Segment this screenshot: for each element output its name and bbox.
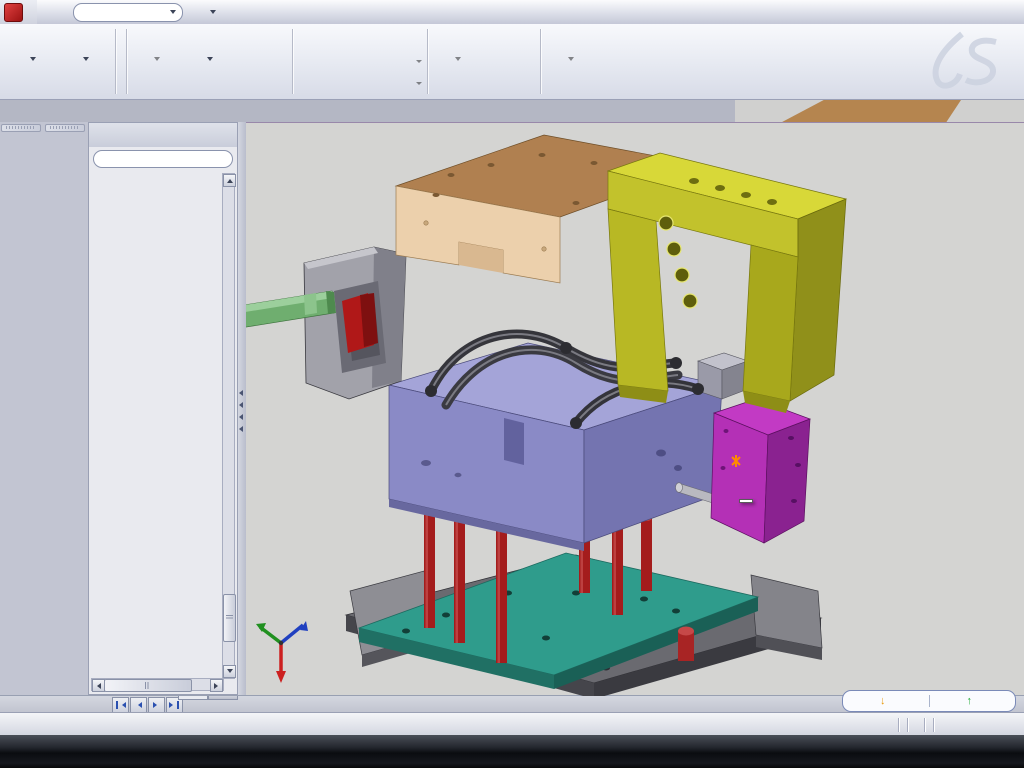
repair-sketch-button[interactable]	[484, 24, 537, 99]
help-icon	[192, 4, 208, 20]
next-tab-button[interactable]	[148, 697, 165, 713]
move-entities-icon	[296, 76, 311, 91]
download-arrow-icon: ↓	[880, 695, 886, 707]
pattern-tools-stack	[296, 24, 424, 99]
tree-horizontal-scrollbar[interactable]	[91, 678, 224, 691]
sketch-icon	[20, 28, 46, 54]
command-tabs-strip	[0, 100, 1024, 122]
windows-taskbar	[0, 735, 1024, 768]
restore-button[interactable]	[242, 4, 262, 20]
linear-sketch-pattern-button[interactable]	[296, 51, 424, 71]
offset-entities-button[interactable]	[236, 24, 289, 99]
app-logo	[0, 0, 37, 24]
search-icon	[80, 6, 93, 19]
first-tab-button[interactable]	[112, 697, 129, 713]
status-bar	[0, 712, 1024, 736]
mirror-entities-icon	[296, 32, 311, 47]
doc-minimize-button[interactable]	[945, 103, 965, 119]
close-icon	[268, 6, 281, 19]
solidworks-window: ↓ ↑	[0, 0, 1024, 768]
feature-tree	[91, 173, 224, 679]
rapid-sketch-button[interactable]	[597, 24, 650, 99]
scrollbar-thumb[interactable]	[104, 679, 192, 692]
scrollbar-thumb[interactable]	[223, 594, 236, 642]
display-delete-relations-icon	[445, 28, 471, 54]
titlebar-right-buttons	[189, 3, 285, 21]
display-delete-relations-button[interactable]	[431, 24, 484, 99]
search-input[interactable]	[73, 3, 183, 22]
linear-pattern-icon	[296, 54, 311, 69]
trim-entities-button[interactable]	[130, 24, 183, 99]
close-icon	[993, 105, 1006, 118]
help-button[interactable]	[190, 3, 218, 21]
doc-close-button[interactable]	[989, 103, 1009, 119]
document-window-buttons	[944, 103, 1010, 119]
model-magenta-block[interactable]	[711, 399, 810, 543]
convert-entities-icon	[197, 28, 223, 54]
model-top-plate-band	[753, 100, 961, 122]
close-button[interactable]	[264, 4, 284, 20]
quick-snaps-icon	[558, 28, 584, 54]
orientation-triad[interactable]	[256, 621, 308, 683]
network-monitor-widget[interactable]: ↓ ↑	[842, 690, 1016, 712]
feature-manager-panel	[88, 122, 238, 695]
smart-dimension-icon	[73, 28, 99, 54]
feature-manager-tabs	[89, 123, 237, 147]
tab-motion-study[interactable]	[208, 696, 238, 700]
repair-sketch-icon	[498, 28, 524, 54]
minimize-button[interactable]	[220, 4, 240, 20]
quick-tips-icon[interactable]	[942, 717, 958, 733]
sketch-entities-grid	[119, 24, 123, 99]
tab-navigation-buttons	[112, 697, 183, 713]
scroll-right-icon[interactable]	[210, 679, 223, 692]
mold-tools-toolbar	[45, 124, 85, 132]
tab-model[interactable]	[178, 696, 208, 700]
search-dropdown-caret[interactable]	[170, 10, 176, 14]
offset-entities-icon	[250, 28, 276, 54]
dassault-watermark	[900, 28, 1010, 96]
solidworks-logo-icon	[4, 3, 23, 22]
convert-entities-button[interactable]	[183, 24, 236, 99]
scroll-up-icon[interactable]	[223, 174, 236, 187]
prev-tab-button[interactable]	[130, 697, 147, 713]
scroll-down-icon[interactable]	[223, 665, 236, 678]
minimize-icon	[224, 6, 237, 19]
start-button[interactable]	[4, 736, 35, 767]
command-manager-ribbon	[0, 24, 1024, 100]
graphics-viewport[interactable]	[246, 122, 1024, 696]
feature-tooltip	[739, 499, 753, 503]
model-gray-clamp[interactable]	[304, 247, 406, 399]
tree-vertical-scrollbar[interactable]	[222, 173, 235, 679]
restore-icon	[971, 105, 984, 118]
quick-snaps-button[interactable]	[544, 24, 597, 99]
tree-filter-input[interactable]	[93, 150, 233, 168]
upload-arrow-icon: ↑	[967, 695, 973, 707]
restore-icon	[246, 6, 259, 19]
filter-funnel-icon	[99, 153, 111, 165]
move-entities-button[interactable]	[296, 74, 424, 94]
model-scene	[246, 123, 1024, 696]
sketch-button[interactable]	[6, 24, 59, 99]
title-bar	[0, 0, 1024, 25]
rapid-sketch-icon	[611, 28, 637, 54]
minimize-icon	[949, 105, 962, 118]
doc-restore-button[interactable]	[967, 103, 987, 119]
features-toolbar	[1, 124, 41, 132]
tags-icon[interactable]	[998, 717, 1014, 733]
mirror-entities-button[interactable]	[296, 29, 424, 49]
trim-icon	[144, 28, 170, 54]
smart-dimension-button[interactable]	[59, 24, 112, 99]
